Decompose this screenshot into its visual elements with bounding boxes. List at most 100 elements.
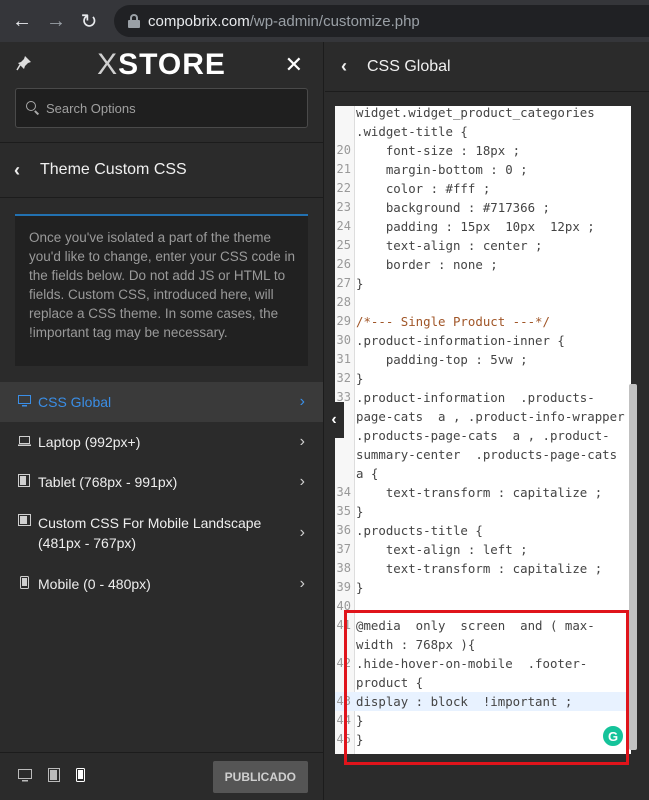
code-line[interactable]: 27} xyxy=(335,274,631,293)
search-box[interactable] xyxy=(15,88,308,128)
code-text: a { xyxy=(356,466,379,481)
back-chevron-icon[interactable]: ‹ xyxy=(341,56,347,77)
url-text: compobrix.com/wp-admin/customize.php xyxy=(148,12,420,30)
code-text: text-align : center ; xyxy=(356,238,543,253)
code-text: } xyxy=(356,580,364,595)
code-line[interactable]: 35} xyxy=(335,502,631,521)
back-chevron-icon[interactable]: ‹ xyxy=(14,160,20,181)
code-line[interactable]: 39} xyxy=(335,578,631,597)
code-text: text-transform : capitalize ; xyxy=(356,561,603,576)
code-line[interactable]: .products-page-cats a , .product- xyxy=(335,426,631,445)
address-bar[interactable]: compobrix.com/wp-admin/customize.php xyxy=(114,5,649,37)
code-text: color : #fff ; xyxy=(356,181,491,196)
brand-row: XSTORE ✕ xyxy=(0,42,323,88)
code-line[interactable]: 37 text-align : left ; xyxy=(335,540,631,559)
mobile-preview-icon[interactable] xyxy=(76,768,85,785)
code-line[interactable]: 24 padding : 15px 10px 12px ; xyxy=(335,217,631,236)
chevron-right-icon: › xyxy=(299,393,305,410)
menu-item-css-global[interactable]: CSS Global › xyxy=(0,382,323,422)
section-title: Theme Custom CSS xyxy=(40,161,187,178)
forward-arrow-icon[interactable]: → xyxy=(46,10,66,33)
code-text: .product-information .products- xyxy=(356,390,595,405)
desktop-icon xyxy=(16,394,32,410)
lock-icon xyxy=(128,14,140,28)
line-number: 25 xyxy=(336,238,351,252)
code-text: widget.widget_product_categories xyxy=(356,106,595,120)
code-line[interactable]: 25 text-align : center ; xyxy=(335,236,631,255)
description-box: Once you've isolated a part of the theme… xyxy=(15,214,308,366)
code-text: } xyxy=(356,504,364,519)
code-text: } xyxy=(356,371,364,386)
code-line[interactable]: 33 .product-information .products- xyxy=(335,388,631,407)
pin-icon[interactable] xyxy=(16,55,32,76)
highlight-annotation-box xyxy=(344,610,629,765)
code-line[interactable]: page-cats a , .product-info-wrapper xyxy=(335,407,631,426)
code-text: .widget-title { xyxy=(356,124,468,139)
line-number: 27 xyxy=(336,276,351,290)
menu-item-mobile-landscape[interactable]: Custom CSS For Mobile Landscape (481px -… xyxy=(0,502,323,564)
collapse-sidebar-icon[interactable]: ‹ xyxy=(324,402,344,438)
code-line[interactable]: summary-center .products-page-cats xyxy=(335,445,631,464)
line-number: 35 xyxy=(336,504,351,518)
line-number: 28 xyxy=(336,295,351,309)
laptop-icon xyxy=(16,435,32,450)
code-text: .products-page-cats a , .product- xyxy=(356,428,610,443)
code-text: page-cats a , .product-info-wrapper xyxy=(356,409,625,424)
menu-item-tablet[interactable]: Tablet (768px - 991px) › xyxy=(0,462,323,502)
code-text: /*--- Single Product ---*/ xyxy=(356,314,550,329)
section-header: ‹ Theme Custom CSS xyxy=(0,142,323,198)
code-text: .products-title { xyxy=(356,523,483,538)
code-line[interactable]: widget.widget_product_categories xyxy=(335,106,631,122)
line-number: 32 xyxy=(336,371,351,385)
code-text: } xyxy=(356,276,364,291)
line-number: 36 xyxy=(336,523,351,537)
code-line[interactable]: 30 .product-information-inner { xyxy=(335,331,631,350)
menu-item-mobile[interactable]: Mobile (0 - 480px) › xyxy=(0,564,323,604)
code-line[interactable]: 32} xyxy=(335,369,631,388)
code-text: margin-bottom : 0 ; xyxy=(356,162,528,177)
chevron-right-icon: › xyxy=(299,433,305,450)
menu-item-laptop[interactable]: Laptop (992px+) › xyxy=(0,422,323,462)
code-line[interactable]: a { xyxy=(335,464,631,483)
editor-title: CSS Global xyxy=(367,57,451,75)
editor-header: ‹ CSS Global xyxy=(325,42,649,92)
line-number: 23 xyxy=(336,200,351,214)
publish-button[interactable]: PUBLICADO xyxy=(212,761,308,793)
code-line[interactable]: 29 /*--- Single Product ---*/ xyxy=(335,312,631,331)
code-line[interactable]: 26 border : none ; xyxy=(335,255,631,274)
line-number: 24 xyxy=(336,219,351,233)
code-line[interactable]: 22 color : #fff ; xyxy=(335,179,631,198)
device-preview-bar: PUBLICADO xyxy=(0,752,324,800)
tablet-preview-icon[interactable] xyxy=(48,768,60,785)
chevron-right-icon: › xyxy=(299,473,305,490)
code-line[interactable]: 36 .products-title { xyxy=(335,521,631,540)
code-text: text-align : left ; xyxy=(356,542,528,557)
customizer-sidebar: XSTORE ✕ ‹ Theme Custom CSS Once you've … xyxy=(0,42,324,800)
line-number: 29 xyxy=(336,314,351,328)
code-text: font-size : 18px ; xyxy=(356,143,521,158)
code-line[interactable]: 20 font-size : 18px ; xyxy=(335,141,631,160)
code-line[interactable]: 28 xyxy=(335,293,631,312)
code-line[interactable]: 21 margin-bottom : 0 ; xyxy=(335,160,631,179)
line-number: 39 xyxy=(336,580,351,594)
close-icon[interactable]: ✕ xyxy=(285,52,303,78)
reload-icon[interactable]: ↻ xyxy=(80,9,98,34)
code-line[interactable]: 23 background : #717366 ; xyxy=(335,198,631,217)
code-line[interactable]: 31 padding-top : 5vw ; xyxy=(335,350,631,369)
code-text: text-transform : capitalize ; xyxy=(356,485,603,500)
browser-toolbar: ← → ↻ compobrix.com/wp-admin/customize.p… xyxy=(0,0,649,42)
code-line[interactable]: 38 text-transform : capitalize ; xyxy=(335,559,631,578)
search-icon xyxy=(26,101,40,115)
editor-scrollbar[interactable] xyxy=(629,384,637,750)
code-line[interactable]: .widget-title { xyxy=(335,122,631,141)
back-arrow-icon[interactable]: ← xyxy=(12,10,32,33)
line-number: 38 xyxy=(336,561,351,575)
desktop-preview-icon[interactable] xyxy=(18,768,32,785)
search-input[interactable] xyxy=(46,100,306,116)
grammarly-icon[interactable]: G xyxy=(601,724,625,748)
code-text: summary-center .products-page-cats xyxy=(356,447,618,462)
css-section-menu: CSS Global › Laptop (992px+) › Tablet (7… xyxy=(0,382,323,604)
line-number: 21 xyxy=(336,162,351,176)
line-number: 37 xyxy=(336,542,351,556)
code-line[interactable]: 34 text-transform : capitalize ; xyxy=(335,483,631,502)
